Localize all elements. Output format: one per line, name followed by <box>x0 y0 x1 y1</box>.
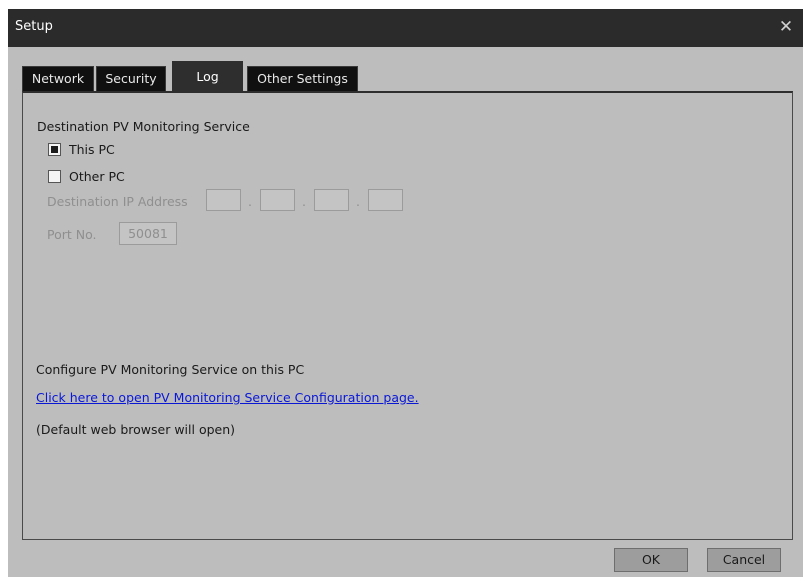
ok-button[interactable]: OK <box>614 548 688 572</box>
other-pc-checkbox[interactable] <box>48 170 61 183</box>
title-bar[interactable]: Setup ✕ <box>8 9 803 47</box>
setup-dialog: Setup ✕ Network Security Log Other Setti… <box>8 9 803 577</box>
open-config-page-link[interactable]: Click here to open PV Monitoring Service… <box>36 390 419 405</box>
destination-heading: Destination PV Monitoring Service <box>37 119 250 134</box>
ip-separator: . <box>248 194 252 209</box>
this-pc-label[interactable]: This PC <box>69 142 115 157</box>
destination-ip-label: Destination IP Address <box>47 194 188 209</box>
port-label: Port No. <box>47 227 97 242</box>
tab-other-settings[interactable]: Other Settings <box>247 66 358 91</box>
ip-octet-4-input[interactable] <box>368 189 403 211</box>
close-icon[interactable]: ✕ <box>769 9 803 47</box>
checkbox-checked-mark <box>51 146 58 153</box>
ip-separator: . <box>356 194 360 209</box>
ip-octet-1-input[interactable] <box>206 189 241 211</box>
ip-octet-3-input[interactable] <box>314 189 349 211</box>
tab-network[interactable]: Network <box>22 66 94 91</box>
port-input[interactable]: 50081 <box>119 222 177 245</box>
tab-security[interactable]: Security <box>96 66 166 91</box>
this-pc-checkbox[interactable] <box>48 143 61 156</box>
cancel-button[interactable]: Cancel <box>707 548 781 572</box>
configure-heading: Configure PV Monitoring Service on this … <box>36 362 305 377</box>
ip-separator: . <box>302 194 306 209</box>
window-title: Setup <box>15 19 53 34</box>
browser-note: (Default web browser will open) <box>36 422 236 437</box>
log-tab-panel: Destination PV Monitoring Service This P… <box>22 91 793 540</box>
other-pc-label[interactable]: Other PC <box>69 169 125 184</box>
tab-log[interactable]: Log <box>172 61 243 92</box>
ip-octet-2-input[interactable] <box>260 189 295 211</box>
